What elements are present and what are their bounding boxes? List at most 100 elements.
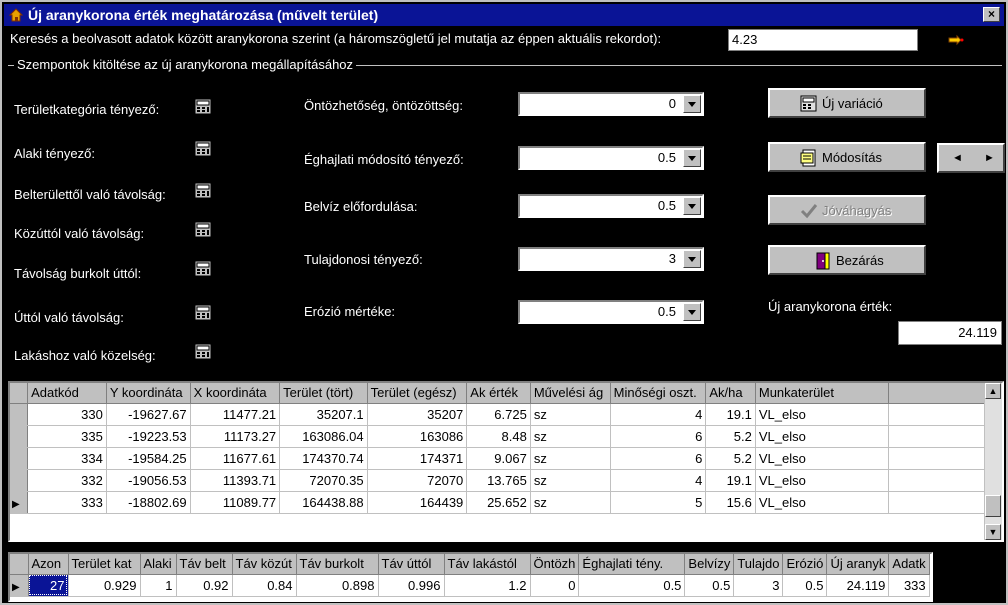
next-record-button[interactable]: ► — [984, 152, 995, 164]
table-cell[interactable]: 6 — [610, 425, 707, 448]
column-header[interactable]: Táv burkolt — [296, 554, 379, 575]
new-gold-crown-value-field[interactable]: 24.119 — [898, 321, 1002, 345]
column-header[interactable]: Terület (tört) — [279, 383, 368, 404]
climate-select[interactable]: 0.5 — [518, 146, 704, 170]
table-cell[interactable]: 6.725 — [466, 403, 531, 426]
column-header[interactable]: Ak/ha — [705, 383, 756, 404]
table-cell[interactable]: 330 — [27, 403, 107, 426]
table-cell[interactable]: 35207 — [367, 403, 468, 426]
column-header[interactable]: Tulajdo — [733, 554, 784, 575]
table-cell[interactable]: 5 — [610, 491, 707, 514]
column-header[interactable]: Adatk — [888, 554, 930, 575]
table-cell[interactable]: 72070.35 — [279, 469, 368, 492]
table-cell[interactable]: sz — [530, 425, 611, 448]
table-cell[interactable]: 4 — [610, 469, 707, 492]
chevron-down-icon[interactable] — [683, 303, 701, 321]
table-cell[interactable]: 164439 — [367, 491, 468, 514]
table-row[interactable]: 332 -19056.53 11393.71 72070.35 72070 13.765 s… — [10, 469, 1002, 492]
table-cell[interactable]: 335 — [27, 425, 107, 448]
table-cell[interactable]: -19584.25 — [106, 447, 191, 470]
table-cell[interactable]: 174371 — [367, 447, 468, 470]
close-window-button[interactable]: × — [983, 7, 1000, 22]
chevron-down-icon[interactable] — [683, 197, 701, 215]
table-cell[interactable]: 13.765 — [466, 469, 531, 492]
table-cell[interactable]: 0.92 — [176, 574, 233, 597]
calculator-icon[interactable] — [194, 140, 214, 158]
column-header[interactable]: Ak érték — [466, 383, 531, 404]
scroll-thumb[interactable] — [985, 495, 1001, 517]
table-cell[interactable]: 11477.21 — [190, 403, 281, 426]
table-cell[interactable]: 19.1 — [705, 469, 756, 492]
calculator-icon[interactable] — [194, 182, 214, 200]
column-header[interactable]: Terület kat — [68, 554, 141, 575]
table-cell[interactable]: 11089.77 — [190, 491, 281, 514]
table-cell[interactable]: 25.652 — [466, 491, 531, 514]
modify-button[interactable]: Módosítás — [768, 142, 926, 172]
table-cell[interactable]: 15.6 — [705, 491, 756, 514]
calculator-icon[interactable] — [194, 98, 214, 116]
table-cell[interactable]: 1.2 — [444, 574, 531, 597]
new-variation-button[interactable]: Új variáció — [768, 88, 926, 118]
table-row[interactable]: 270.92910.920.840.8980.9961.200.50.530.5… — [10, 574, 930, 597]
table-cell[interactable]: 27 — [28, 574, 69, 597]
column-header[interactable]: Y koordináta — [106, 383, 191, 404]
column-header[interactable]: Táv belt — [176, 554, 233, 575]
table-cell[interactable]: -19627.67 — [106, 403, 191, 426]
column-header[interactable]: Alaki — [140, 554, 177, 575]
table-cell[interactable]: sz — [530, 491, 611, 514]
previous-record-button[interactable]: ◄ — [952, 152, 963, 164]
factor-grid[interactable]: Azon Terület kat Alaki Táv belt Táv közút Táv… — [8, 552, 933, 602]
calculator-icon[interactable] — [194, 304, 214, 322]
table-row[interactable]: 334 -19584.25 11677.61 174370.74 174371 9.067… — [10, 447, 1002, 470]
column-header[interactable]: Terület (egész) — [367, 383, 468, 404]
column-header[interactable]: Éghajlati tény. — [578, 554, 686, 575]
table-cell[interactable]: VL_elso — [755, 469, 890, 492]
table-cell[interactable]: -19223.53 — [106, 425, 191, 448]
scroll-down-arrow-icon[interactable]: ▼ — [985, 524, 1001, 540]
table-cell[interactable]: 0.929 — [68, 574, 141, 597]
row-selector[interactable] — [10, 491, 29, 514]
column-header[interactable]: Táv lakástól — [444, 554, 531, 575]
table-cell[interactable]: 19.1 — [705, 403, 756, 426]
table-cell[interactable]: 0.898 — [296, 574, 379, 597]
table-cell[interactable]: VL_elso — [755, 403, 890, 426]
table-cell[interactable]: 35207.1 — [279, 403, 368, 426]
table-cell[interactable]: sz — [530, 403, 611, 426]
column-header[interactable]: Új aranyk — [826, 554, 890, 575]
table-cell[interactable]: 0.84 — [232, 574, 297, 597]
inland-water-select[interactable]: 0.5 — [518, 194, 704, 218]
table-cell[interactable]: -19056.53 — [106, 469, 191, 492]
table-cell[interactable]: 333 — [888, 574, 930, 597]
column-header[interactable]: Öntözh — [530, 554, 580, 575]
table-cell[interactable]: 334 — [27, 447, 107, 470]
table-cell[interactable]: 3 — [733, 574, 784, 597]
approve-button[interactable]: Jóváhagyás — [768, 195, 926, 225]
table-cell[interactable]: 332 — [27, 469, 107, 492]
table-cell[interactable]: 0.5 — [782, 574, 828, 597]
table-cell[interactable]: 163086.04 — [279, 425, 368, 448]
chevron-down-icon[interactable] — [683, 250, 701, 268]
column-header[interactable]: Munkaterület — [755, 383, 890, 404]
scroll-up-arrow-icon[interactable]: ▲ — [985, 383, 1001, 399]
column-header[interactable]: X koordináta — [190, 383, 281, 404]
table-cell[interactable]: 8.48 — [466, 425, 531, 448]
erosion-select[interactable]: 0.5 — [518, 300, 704, 324]
calculator-icon[interactable] — [194, 221, 214, 239]
column-header[interactable]: Művelési ág — [530, 383, 611, 404]
table-cell[interactable]: 4 — [610, 403, 707, 426]
row-selector[interactable] — [10, 469, 29, 492]
table-cell[interactable]: 1 — [140, 574, 177, 597]
table-cell[interactable]: sz — [530, 469, 611, 492]
table-cell[interactable]: VL_elso — [755, 447, 890, 470]
table-cell[interactable]: sz — [530, 447, 611, 470]
irrigation-select[interactable]: 0 — [518, 92, 704, 116]
table-cell[interactable]: 72070 — [367, 469, 468, 492]
table-row[interactable]: 330 -19627.67 11477.21 35207.1 35207 6.725 sz 4… — [10, 403, 1002, 426]
table-cell[interactable]: 0.996 — [378, 574, 445, 597]
close-button[interactable]: Bezárás — [768, 245, 926, 275]
table-cell[interactable]: 164438.88 — [279, 491, 368, 514]
row-selector[interactable] — [10, 447, 29, 470]
calculator-icon[interactable] — [194, 343, 214, 361]
column-header[interactable]: Adatkód — [27, 383, 107, 404]
table-cell[interactable]: 5.2 — [705, 425, 756, 448]
